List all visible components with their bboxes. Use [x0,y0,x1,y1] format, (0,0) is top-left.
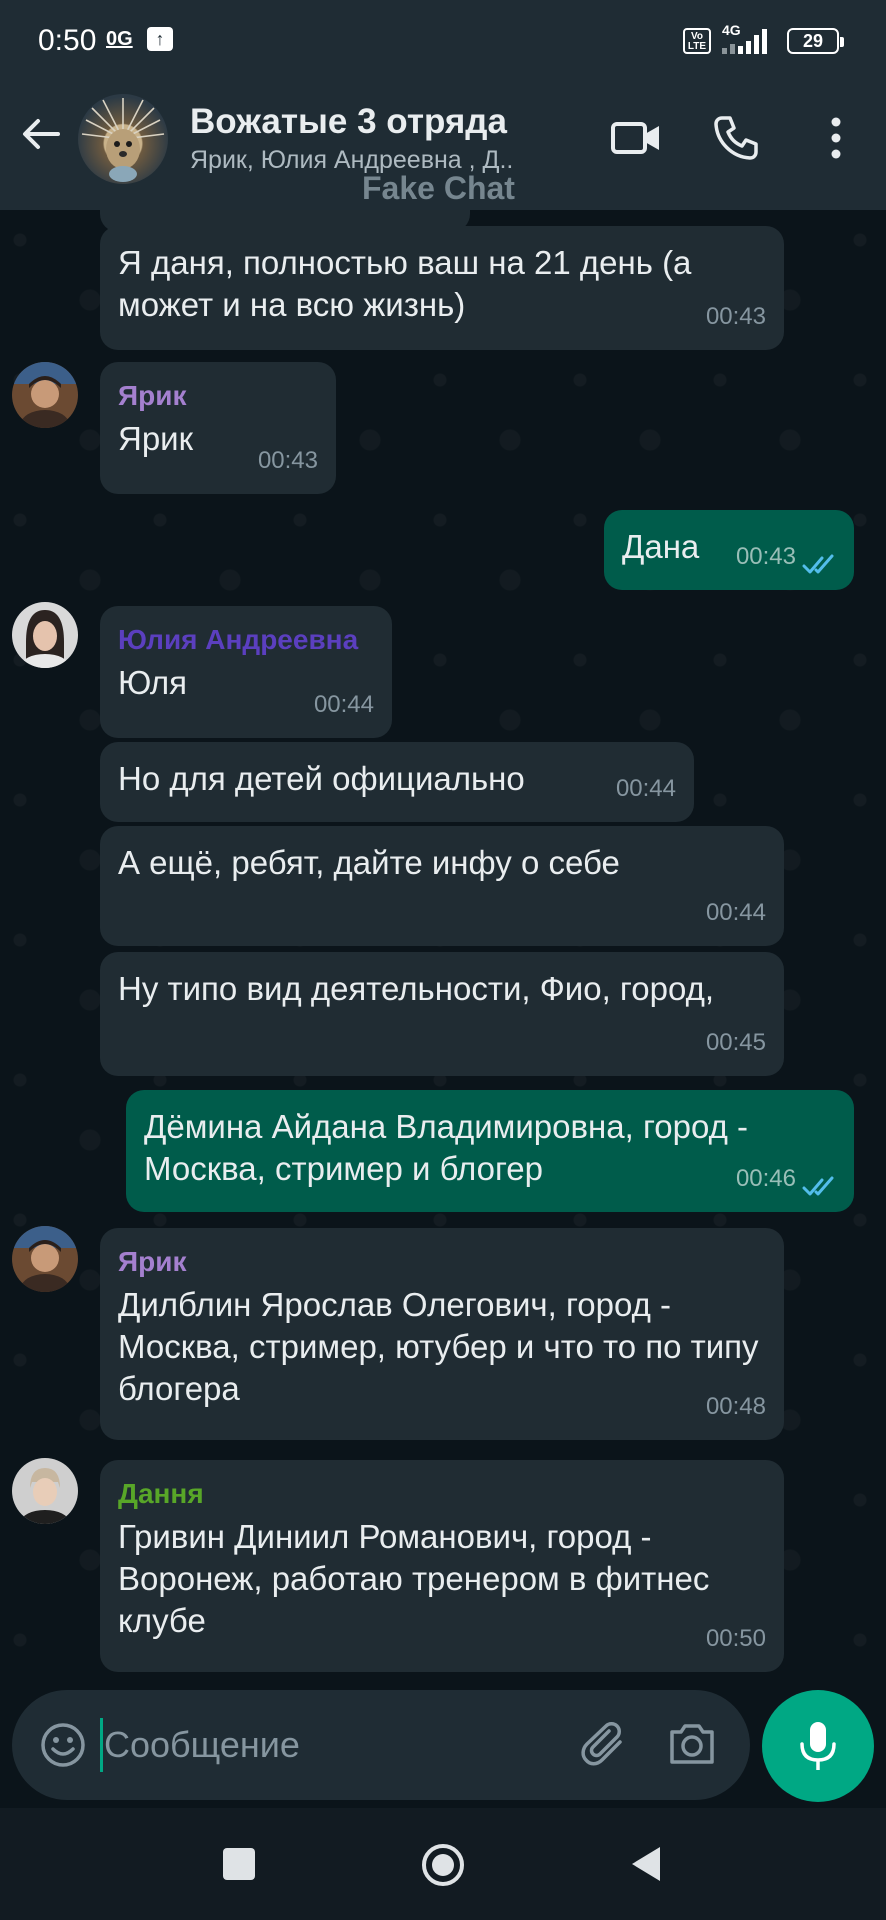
message-text: Гривин Диниил Романович, город - Воронеж… [118,1518,719,1639]
more-vert-icon[interactable] [818,114,854,162]
camera-icon[interactable] [666,1720,718,1768]
battery-icon: 29 [787,28,844,54]
text-cursor [100,1718,103,1772]
message-time: 00:44 [313,691,374,718]
message-time: 00:43 [735,543,796,570]
og-indicator: 0G [106,28,133,50]
message-text: Дилблин Ярослав Олегович, город - Москва… [118,1286,768,1407]
avatar-yarik[interactable] [12,362,78,428]
message-time: 00:44 [705,899,766,926]
message-bubble[interactable]: Ну типо вид деятельности, Фио, город, 00… [100,952,784,1076]
message-bubble[interactable]: Но для детей официально 00:44 [100,742,694,822]
avatar-yarik[interactable] [12,1226,78,1292]
message-time: 00:45 [705,1029,766,1056]
sender-name: Ярик [118,1246,187,1277]
chat-title[interactable]: Вожатые 3 отряда [190,102,507,142]
sender-name: Дання [118,1478,204,1509]
back-arrow-icon[interactable] [18,112,62,156]
message-bubble[interactable]: А ещё, ребят, дайте инфу о себе 00:44 [100,826,784,946]
message-text: Дёмина Айдана Владимировна, город - Моск… [144,1108,758,1187]
status-bar: 0:50 0G ↑ Vo LTE 4G 29 [0,0,886,82]
recent-apps-button[interactable] [223,1848,255,1880]
message-text: Я даня, полностью ваш на 21 день (а може… [118,244,701,323]
upload-icon: ↑ [147,27,173,51]
microphone-button[interactable] [762,1690,874,1802]
avatar-dannya[interactable] [12,1458,78,1524]
message-bubble[interactable]: Дання Гривин Диниил Романович, город - В… [100,1460,784,1672]
watermark-text: Fake Chat [362,170,515,206]
home-button[interactable] [420,1842,466,1888]
message-time: 00:43 [705,303,766,330]
message-time: 00:48 [705,1393,766,1420]
video-call-icon[interactable] [610,116,662,160]
double-check-icon [802,554,834,574]
double-check-icon [802,1176,834,1196]
message-bubble[interactable]: Юлия Андреевна Юля 00:44 [100,606,392,738]
emoji-icon[interactable] [38,1720,88,1770]
volte-icon: Vo LTE [683,28,711,54]
message-time: 00:44 [615,775,676,802]
back-button[interactable] [628,1844,664,1884]
avatar-yulia[interactable] [12,602,78,668]
message-input[interactable] [104,1718,574,1772]
outgoing-message-bubble[interactable]: Дана 00:43 [604,510,854,590]
message-text: Но для детей официально [118,760,525,797]
message-time: 00:50 [705,1625,766,1652]
message-time: 00:43 [257,447,318,474]
phone-icon[interactable] [712,114,760,162]
message-bubble[interactable]: Ярик Дилблин Ярослав Олегович, город - М… [100,1228,784,1440]
message-text: А ещё, ребят, дайте инфу о себе [118,844,620,881]
network-type: 4G [722,22,741,38]
status-time: 0:50 [38,24,97,57]
message-time: 00:46 [735,1165,796,1192]
message-bubble[interactable]: Ярик Ярик 00:43 [100,362,336,494]
chat-area[interactable]: Я даня, полностью ваш на 21 день (а може… [0,210,886,1680]
sender-name: Ярик [118,380,187,411]
message-text: Ну типо вид деятельности, Фио, город, [118,970,714,1007]
outgoing-message-bubble[interactable]: Дёмина Айдана Владимировна, город - Моск… [126,1090,854,1212]
message-input-bar [12,1690,750,1800]
microphone-icon [800,1722,836,1770]
paperclip-icon[interactable] [580,1720,632,1770]
group-avatar[interactable] [78,94,168,184]
system-nav-bar [0,1808,886,1920]
message-bubble[interactable]: Я даня, полностью ваш на 21 день (а може… [100,226,784,350]
sender-name: Юлия Андреевна [118,624,359,655]
whatsapp-chat-screen: 0:50 0G ↑ Vo LTE 4G 29 Вожатые 3 отряда … [0,0,886,1920]
